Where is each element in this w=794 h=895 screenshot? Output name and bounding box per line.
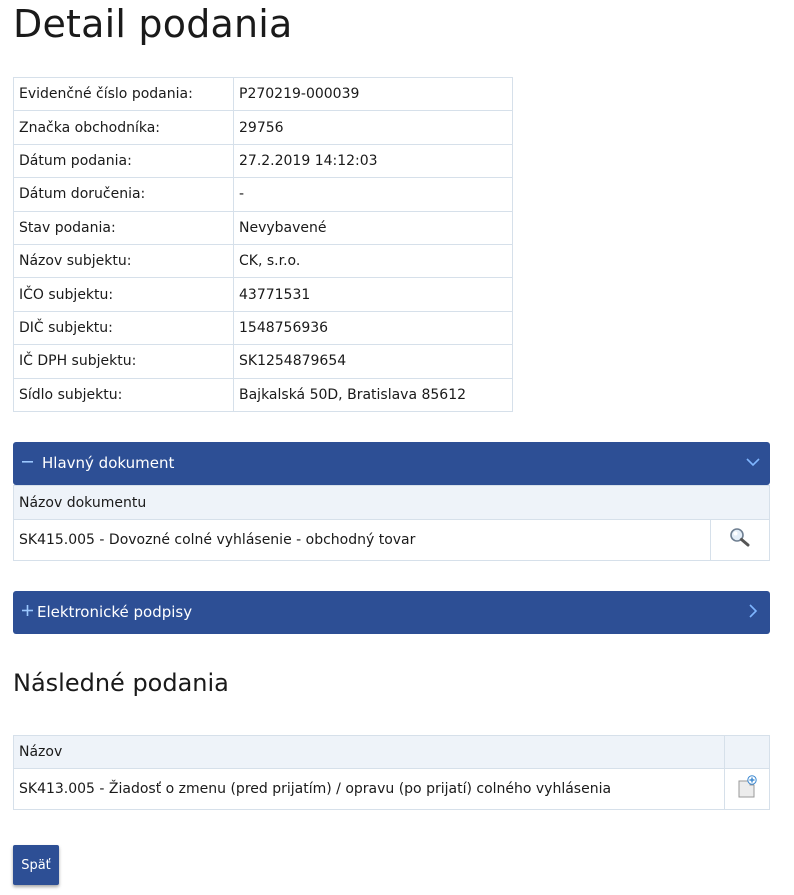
detail-label: Stav podania: [13, 210, 234, 245]
detail-label: Dátum doručenia: [13, 177, 234, 212]
detail-row: DIČ subjektu: 1548756936 [13, 310, 513, 346]
followup-name-header: Názov [13, 735, 725, 769]
plus-icon [22, 605, 33, 620]
new-document-icon [735, 775, 759, 803]
table-row: SK415.005 - Dovozné colné vyhlásenie - o… [13, 519, 770, 561]
detail-value: CK, s.r.o. [233, 243, 513, 279]
detail-value: - [233, 177, 513, 212]
table-row: SK413.005 - Žiadosť o zmenu (pred prijat… [13, 768, 770, 810]
detail-value: 1548756936 [233, 310, 513, 346]
main-document-table: Názov dokumentu SK415.005 - Dovozné coln… [13, 485, 770, 561]
minus-icon [22, 456, 33, 471]
detail-value: 43771531 [233, 277, 513, 312]
followups-table: Názov SK413.005 - Žiadosť o zmenu (pred … [13, 735, 770, 810]
detail-value: Bajkalská 50D, Bratislava 85612 [233, 377, 513, 412]
detail-value: 27.2.2019 14:12:03 [233, 143, 513, 179]
detail-row: Značka obchodníka: 29756 [13, 110, 513, 145]
view-document-button[interactable] [710, 519, 770, 561]
detail-row: Názov subjektu: CK, s.r.o. [13, 243, 513, 279]
document-name-header: Názov dokumentu [13, 485, 770, 520]
detail-row: Stav podania: Nevybavené [13, 210, 513, 245]
followup-name: SK413.005 - Žiadosť o zmenu (pred prijat… [13, 768, 725, 810]
main-document-panel-header[interactable]: Hlavný dokument [13, 442, 770, 485]
back-button[interactable]: Späť [13, 845, 59, 885]
detail-label: Názov subjektu: [13, 243, 234, 279]
chevron-right-icon[interactable] [746, 604, 760, 622]
detail-table: Evidenčné číslo podania: P270219-000039 Z… [13, 76, 513, 412]
followups-title: Následné podania [13, 669, 229, 697]
signatures-panel-header[interactable]: Elektronické podpisy [13, 591, 770, 634]
new-followup-button[interactable] [724, 768, 770, 810]
signatures-title: Elektronické podpisy [37, 603, 193, 621]
detail-row: Dátum doručenia: - [13, 177, 513, 212]
detail-label: IČO subjektu: [13, 277, 234, 312]
detail-label: Dátum podania: [13, 143, 234, 179]
document-name: SK415.005 - Dovozné colné vyhlásenie - o… [13, 519, 711, 561]
detail-label: IČ DPH subjektu: [13, 344, 234, 379]
detail-row: IČO subjektu: 43771531 [13, 277, 513, 312]
detail-label: Sídlo subjektu: [13, 377, 234, 412]
page-title: Detail podania [13, 2, 293, 46]
main-document-title: Hlavný dokument [42, 454, 175, 472]
detail-row: Sídlo subjektu: Bajkalská 50D, Bratislava… [13, 377, 513, 412]
detail-row: Dátum podania: 27.2.2019 14:12:03 [13, 143, 513, 179]
detail-label: Evidenčné číslo podania: [13, 76, 234, 112]
detail-label: Značka obchodníka: [13, 110, 234, 145]
detail-value: 29756 [233, 110, 513, 145]
detail-row: IČ DPH subjektu: SK1254879654 [13, 344, 513, 379]
detail-row: Evidenčné číslo podania: P270219-000039 [13, 76, 513, 112]
magnifier-icon [728, 528, 752, 553]
chevron-down-icon[interactable] [746, 455, 760, 473]
detail-value: Nevybavené [233, 210, 513, 245]
detail-value: SK1254879654 [233, 344, 513, 379]
followup-action-header [724, 735, 770, 769]
detail-label: DIČ subjektu: [13, 310, 234, 346]
detail-value: P270219-000039 [233, 76, 513, 112]
